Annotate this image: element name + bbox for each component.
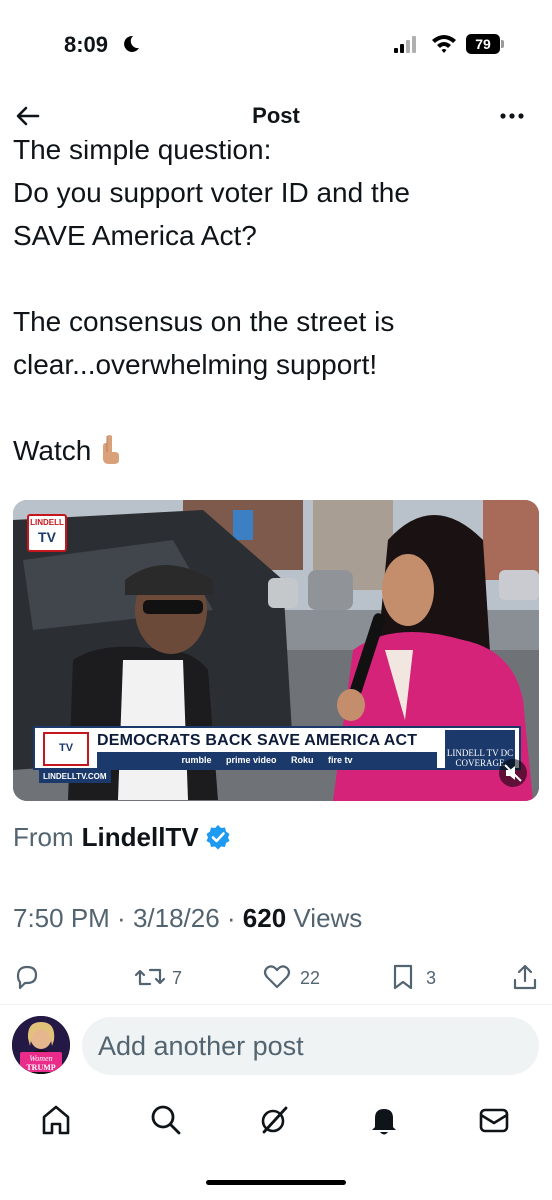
post-header: Post — [0, 92, 552, 140]
home-icon[interactable] — [38, 1102, 74, 1138]
pointing-down-emoji-icon — [103, 435, 120, 464]
views-count: 620 — [242, 903, 287, 933]
share-button[interactable] — [510, 962, 542, 994]
cellular-signal-icon — [394, 36, 416, 53]
avatar-caption-1: Women — [29, 1054, 52, 1063]
wifi-icon — [432, 35, 456, 53]
avatar[interactable]: Women TRUMP — [12, 1016, 70, 1074]
partner-roku: Roku — [291, 755, 314, 765]
messages-icon[interactable] — [476, 1102, 512, 1138]
avatar-caption-2: TRUMP — [26, 1063, 55, 1072]
bookmark-count: 3 — [426, 968, 437, 988]
mute-icon[interactable] — [499, 759, 527, 787]
site-url: LINDELLTV.COM — [39, 770, 111, 783]
post-line: SAVE America Act? — [13, 220, 257, 251]
search-icon[interactable] — [148, 1102, 184, 1138]
bottom-nav — [0, 1092, 552, 1152]
post-line: The consensus on the street is — [13, 306, 395, 337]
heart-icon — [263, 965, 291, 989]
battery-level: 79 — [466, 34, 500, 54]
news-headline: DEMOCRATS BACK SAVE AMERICA ACT — [97, 732, 418, 749]
post-actions: 7 22 3 — [0, 958, 552, 998]
post-time: 7:50 PM — [13, 903, 110, 933]
repost-icon — [134, 968, 166, 986]
status-bar: 8:09 79 — [0, 0, 552, 90]
source-prefix: From — [13, 822, 74, 852]
more-options-icon[interactable] — [498, 102, 526, 130]
repost-count: 7 — [172, 968, 183, 988]
repost-button[interactable]: 7 — [134, 962, 194, 994]
channel-logo-bottom: TV — [38, 529, 56, 545]
news-lower-third: TV DEMOCRATS BACK SAVE AMERICA ACT rumbl… — [33, 726, 521, 770]
lower-third-logo-text: TV — [58, 742, 74, 754]
post-line-watch: Watch — [13, 429, 538, 472]
partner-rumble: rumble — [181, 755, 212, 765]
battery-indicator: 79 — [466, 34, 504, 54]
page-title: Post — [252, 103, 300, 128]
post-text: The simple question: Do you support vote… — [13, 128, 538, 472]
post-timestamp: 7:50 PM · 3/18/26 · 620 Views — [13, 903, 363, 933]
lower-third-logo: TV — [43, 732, 89, 766]
channel-logo-top: LINDELL — [30, 518, 64, 527]
like-button[interactable]: 22 — [262, 962, 332, 994]
source-account-link[interactable]: LindellTV — [82, 822, 199, 852]
watch-label: Watch — [13, 435, 92, 466]
home-indicator — [206, 1180, 346, 1185]
reply-icon — [16, 965, 38, 990]
source-attribution: From LindellTV — [13, 822, 231, 853]
reply-button[interactable] — [12, 962, 44, 994]
verified-badge-icon — [206, 825, 230, 850]
battery-tip — [501, 40, 504, 48]
status-time: 8:09 — [64, 32, 109, 57]
reply-input[interactable] — [82, 1017, 539, 1075]
bookmark-icon — [393, 964, 413, 990]
partner-strip: rumble prime video Roku fire tv — [97, 752, 437, 768]
moon-icon — [124, 35, 139, 52]
divider — [0, 1004, 552, 1005]
post-line: Do you support voter ID and the — [13, 177, 410, 208]
notifications-bell-icon[interactable] — [366, 1102, 402, 1138]
views-label: Views — [293, 903, 363, 933]
partner-fire-tv: fire tv — [328, 755, 353, 765]
bookmark-button[interactable]: 3 — [388, 962, 442, 994]
like-count: 22 — [300, 968, 321, 988]
grok-icon[interactable] — [256, 1102, 292, 1138]
video-player[interactable]: LINDELL TV TV DEMOCRATS BACK SAVE AMERIC… — [13, 500, 539, 801]
channel-logo: LINDELL TV — [27, 514, 67, 552]
partner-prime-video: prime video — [225, 755, 277, 765]
avatar-image: Women TRUMP — [12, 1016, 70, 1074]
post-line: clear...overwhelming support! — [13, 349, 378, 380]
share-icon — [513, 964, 537, 990]
post-date: 3/18/26 — [132, 903, 220, 933]
